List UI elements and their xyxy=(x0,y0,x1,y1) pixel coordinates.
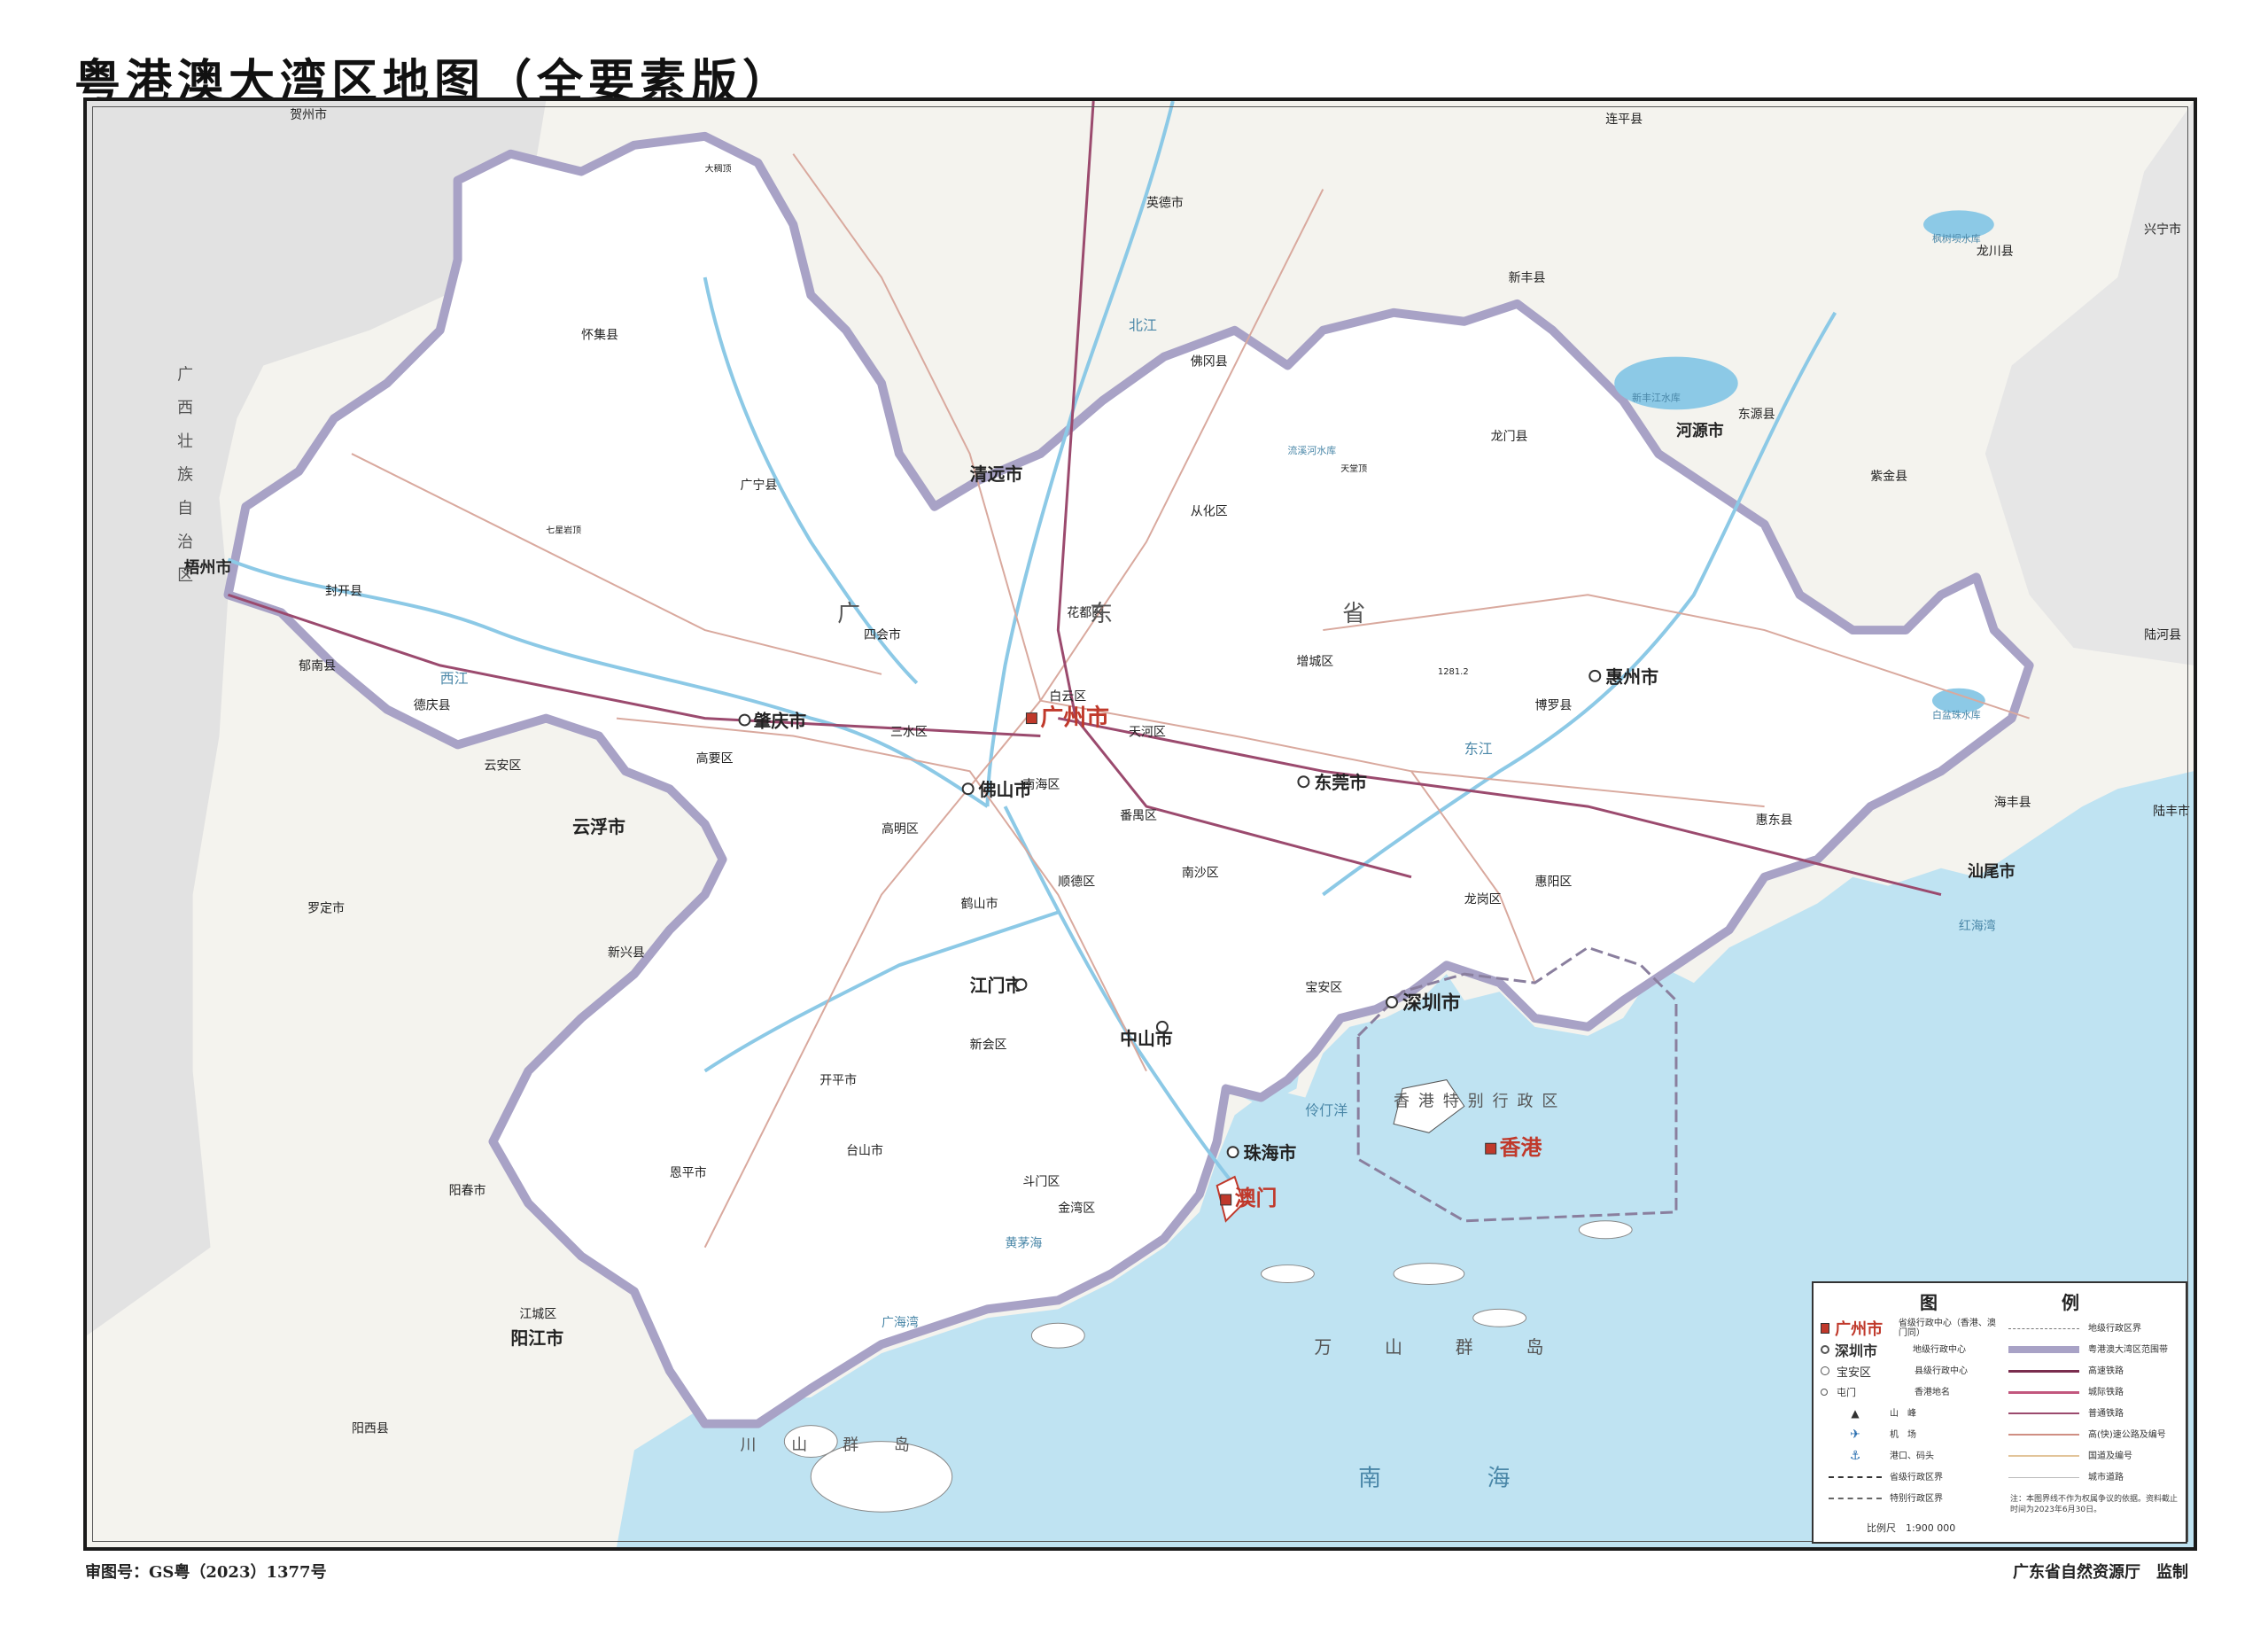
supervisor-credit: 广东省自然资源厅 监制 xyxy=(2013,1563,2188,1582)
legend-sample-tuenmun: 屯门 xyxy=(1837,1387,1856,1398)
legend-row-provincial-boundary: 省级行政区界 xyxy=(1821,1467,2000,1488)
legend-row-prefecture: 深圳市 地级行政中心 xyxy=(1821,1339,2000,1360)
legend-sar-boundary-desc: 特别行政区界 xyxy=(1890,1493,1943,1504)
legend-county-desc: 县级行政中心 xyxy=(1915,1366,1968,1376)
highspeed-rail-icon xyxy=(2000,1369,2088,1373)
gba-band-icon xyxy=(2000,1346,2088,1353)
normal-rail-icon xyxy=(2000,1412,2088,1414)
peak-icon: ▲ xyxy=(1851,1407,1860,1420)
prefecture-boundary-icon xyxy=(2000,1327,2088,1329)
legend-hk-place-desc: 香港地名 xyxy=(1915,1387,1950,1397)
legend-sample-gz: 广州市 xyxy=(1835,1320,1884,1339)
legend-intercity-rail-desc: 城际铁路 xyxy=(2088,1387,2124,1397)
city-road-icon xyxy=(2000,1476,2088,1478)
legend-note: 注：本图界线不作为权属争议的依据。资料截止时间为2023年6月30日。 xyxy=(2010,1495,2179,1514)
legend-row-peak: ▲ 山 峰 xyxy=(1821,1403,2000,1424)
national-road-icon xyxy=(2000,1455,2088,1457)
legend-row-gba-band: 粤港澳大湾区范围带 xyxy=(2000,1339,2179,1360)
legend-sample-baoan: 宝安区 xyxy=(1837,1366,1872,1380)
legend-prefecture-desc: 地级行政中心 xyxy=(1913,1344,1966,1355)
legend-row-city-road: 城市道路 xyxy=(2000,1467,2179,1488)
legend-national-road-desc: 国道及编号 xyxy=(2088,1451,2132,1461)
intercity-rail-icon xyxy=(2000,1390,2088,1394)
legend-panel: 图 例 广州市 省级行政中心（香港、澳门同） 深圳市 地级行政中心 宝安区 县级… xyxy=(1812,1281,2187,1544)
anchor-icon: ⚓ xyxy=(1849,1449,1861,1463)
legend-expressway-desc: 高(快)速公路及编号 xyxy=(2088,1429,2166,1440)
legend-gba-band-desc: 粤港澳大湾区范围带 xyxy=(2088,1344,2168,1355)
legend-scale: 比例尺 1:900 000 xyxy=(1867,1522,1956,1534)
provincial-capital-icon xyxy=(1821,1323,1830,1334)
legend-col-right: 地级行政区界 粤港澳大湾区范围带 高速铁路 城际铁路 普通铁路 高(快)速公路及… xyxy=(2000,1318,2179,1509)
legend-row-intercity-rail: 城际铁路 xyxy=(2000,1381,2179,1403)
sar-boundary-icon xyxy=(1821,1498,1890,1499)
legend-provincial-capital-desc: 省级行政中心（香港、澳门同） xyxy=(1898,1319,1996,1338)
legend-row-sar-boundary: 特别行政区界 xyxy=(1821,1488,2000,1509)
legend-row-hk-place: 屯门 香港地名 xyxy=(1821,1381,2000,1403)
legend-row-normal-rail: 普通铁路 xyxy=(2000,1403,2179,1424)
hk-place-icon xyxy=(1821,1389,1828,1396)
legend-prefecture-boundary-desc: 地级行政区界 xyxy=(2088,1323,2141,1334)
legend-peak-desc: 山 峰 xyxy=(1890,1408,1916,1419)
airport-icon: ✈ xyxy=(1850,1428,1860,1442)
legend-port-desc: 港口、码头 xyxy=(1890,1451,1934,1461)
county-icon xyxy=(1821,1366,1829,1375)
legend-row-provincial-capital: 广州市 省级行政中心（香港、澳门同） xyxy=(1821,1318,2000,1339)
legend-normal-rail-desc: 普通铁路 xyxy=(2088,1408,2124,1419)
legend-row-expressway: 高(快)速公路及编号 xyxy=(2000,1424,2179,1445)
approval-number: 审图号：GS粤（2023）1377号 xyxy=(85,1563,327,1582)
legend-title: 图 例 xyxy=(1920,1292,2132,1313)
legend-airport-desc: 机 场 xyxy=(1890,1429,1916,1440)
legend-row-port: ⚓ 港口、码头 xyxy=(1821,1445,2000,1467)
legend-city-road-desc: 城市道路 xyxy=(2088,1472,2124,1482)
legend-sample-sz: 深圳市 xyxy=(1835,1342,1878,1359)
legend-row-county: 宝安区 县级行政中心 xyxy=(1821,1360,2000,1381)
legend-highspeed-rail-desc: 高速铁路 xyxy=(2088,1366,2124,1376)
legend-col-left: 广州市 省级行政中心（香港、澳门同） 深圳市 地级行政中心 宝安区 县级行政中心… xyxy=(1821,1318,2000,1509)
provincial-boundary-icon xyxy=(1821,1476,1890,1478)
legend-row-national-road: 国道及编号 xyxy=(2000,1445,2179,1467)
legend-provincial-boundary-desc: 省级行政区界 xyxy=(1890,1472,1943,1482)
legend-row-highspeed-rail: 高速铁路 xyxy=(2000,1360,2179,1381)
legend-row-airport: ✈ 机 场 xyxy=(1821,1424,2000,1445)
legend-row-prefecture-boundary: 地级行政区界 xyxy=(2000,1318,2179,1339)
prefecture-icon xyxy=(1821,1345,1829,1354)
expressway-icon xyxy=(2000,1434,2088,1436)
